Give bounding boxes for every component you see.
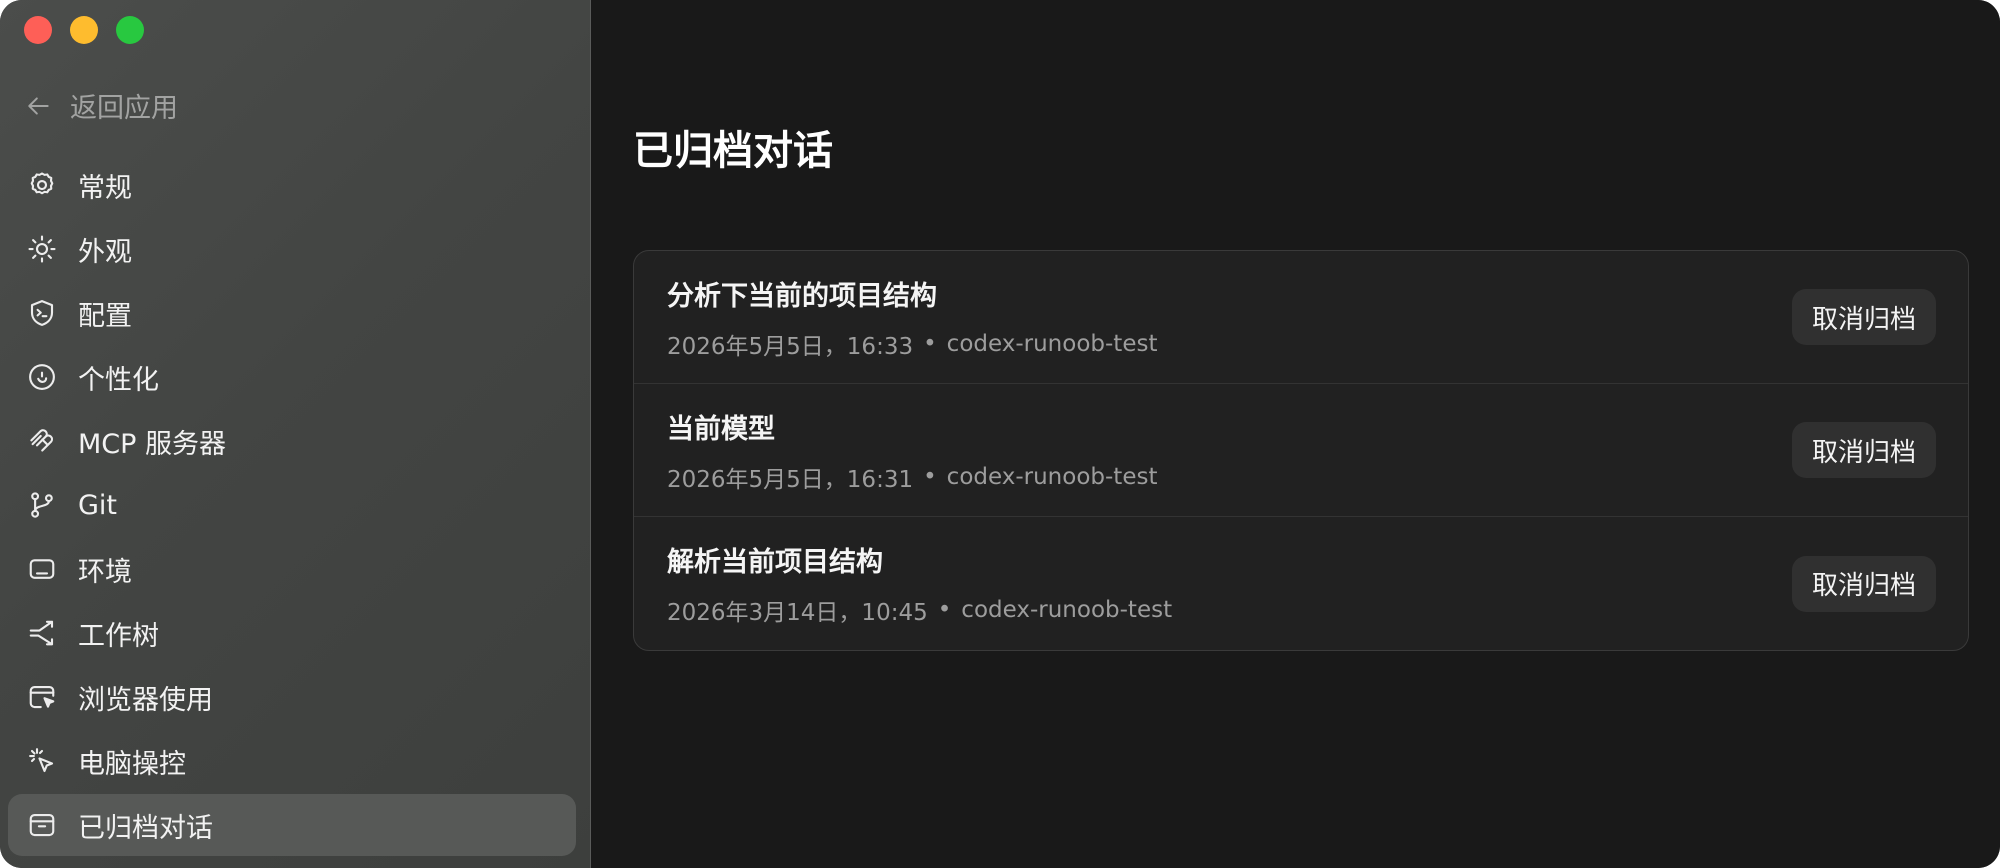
maximize-window-button[interactable] bbox=[116, 16, 144, 44]
unarchive-button[interactable]: 取消归档 bbox=[1791, 555, 1936, 612]
sidebar-item-label: MCP 服务器 bbox=[78, 428, 227, 460]
conversation-project: codex-runoob-test bbox=[946, 463, 1158, 490]
monitor-icon bbox=[26, 553, 58, 585]
worktree-icon bbox=[26, 617, 58, 649]
sidebar-item-git[interactable]: Git bbox=[8, 474, 576, 536]
sidebar-item-label: 浏览器使用 bbox=[78, 684, 213, 716]
browser-cursor-icon bbox=[26, 681, 58, 713]
sidebar-item-worktree[interactable]: 工作树 bbox=[8, 602, 576, 664]
sidebar-item-browser-use[interactable]: 浏览器使用 bbox=[8, 666, 576, 728]
sidebar-item-label: 常规 bbox=[78, 172, 132, 204]
conversation-title: 解析当前项目结构 bbox=[667, 547, 883, 578]
smile-icon bbox=[26, 361, 58, 393]
conversation-meta: 2026年5月5日，16:33 • codex-runoob-test bbox=[667, 327, 1157, 361]
window-controls bbox=[24, 16, 144, 44]
conversation-project: codex-runoob-test bbox=[946, 330, 1158, 357]
archived-conversation-list: 分析下当前的项目结构 2026年5月5日，16:33 • codex-runoo… bbox=[633, 250, 1969, 651]
archive-icon bbox=[26, 809, 58, 841]
list-item: 解析当前项目结构 2026年3月14日，10:45 • codex-runoob… bbox=[634, 517, 1968, 650]
unarchive-button[interactable]: 取消归档 bbox=[1791, 289, 1936, 345]
conversation-date: 2026年5月5日，16:31 bbox=[667, 466, 914, 493]
sidebar-item-configuration[interactable]: 配置 bbox=[8, 282, 576, 344]
app-window: 返回应用 常规 外观 配置 个性化 MCP 服务器 Git 环境 工作树 浏览器… bbox=[0, 0, 2000, 868]
conversation-meta: 2026年3月14日，10:45 • codex-runoob-test bbox=[667, 593, 1172, 627]
conversation-title: 分析下当前的项目结构 bbox=[667, 280, 937, 312]
sidebar-item-appearance[interactable]: 外观 bbox=[8, 218, 576, 280]
sidebar-item-label: 环境 bbox=[78, 556, 132, 588]
back-to-app-button[interactable]: 返回应用 bbox=[26, 86, 178, 125]
settings-sidebar: 返回应用 常规 外观 配置 个性化 MCP 服务器 Git 环境 工作树 浏览器… bbox=[0, 0, 591, 868]
settings-nav: 常规 外观 配置 个性化 MCP 服务器 Git 环境 工作树 浏览器使用 电脑… bbox=[8, 154, 576, 858]
sun-icon bbox=[26, 233, 58, 265]
conversation-info: 解析当前项目结构 2026年3月14日，10:45 • codex-runoob… bbox=[667, 540, 1172, 627]
meta-separator: • bbox=[923, 330, 937, 357]
sidebar-item-label: 已归档对话 bbox=[78, 812, 213, 844]
minimize-window-button[interactable] bbox=[70, 16, 98, 44]
back-to-app-label: 返回应用 bbox=[70, 93, 178, 124]
sidebar-item-label: 电脑操控 bbox=[78, 748, 186, 780]
close-window-button[interactable] bbox=[24, 16, 52, 44]
list-item: 当前模型 2026年5月5日，16:31 • codex-runoob-test… bbox=[634, 384, 1968, 517]
sidebar-item-label: 个性化 bbox=[78, 364, 159, 396]
unarchive-button[interactable]: 取消归档 bbox=[1791, 422, 1936, 478]
list-item: 分析下当前的项目结构 2026年5月5日，16:33 • codex-runoo… bbox=[634, 251, 1968, 384]
sidebar-item-label: 外观 bbox=[78, 236, 132, 268]
meta-separator: • bbox=[937, 597, 952, 623]
arrow-left-icon bbox=[28, 96, 49, 115]
conversation-info: 分析下当前的项目结构 2026年5月5日，16:33 • codex-runoo… bbox=[667, 274, 1157, 361]
sidebar-item-label: 工作树 bbox=[78, 620, 159, 652]
gear-icon bbox=[26, 169, 58, 201]
main-content: 已归档对话 分析下当前的项目结构 2026年5月5日，16:33 • codex… bbox=[591, 0, 2000, 868]
git-branch-icon bbox=[26, 489, 58, 521]
click-cursor-icon bbox=[26, 745, 58, 777]
sidebar-item-general[interactable]: 常规 bbox=[8, 154, 576, 216]
conversation-info: 当前模型 2026年5月5日，16:31 • codex-runoob-test bbox=[667, 407, 1157, 494]
sidebar-item-mcp-servers[interactable]: MCP 服务器 bbox=[8, 410, 576, 472]
conversation-title: 当前模型 bbox=[667, 413, 775, 445]
sidebar-item-personalization[interactable]: 个性化 bbox=[8, 346, 576, 408]
page-title: 已归档对话 bbox=[633, 128, 833, 174]
mcp-icon bbox=[26, 425, 58, 457]
conversation-project: codex-runoob-test bbox=[961, 597, 1173, 623]
conversation-date: 2026年3月14日，10:45 bbox=[667, 600, 928, 626]
sidebar-item-archived-conversations[interactable]: 已归档对话 bbox=[8, 794, 576, 856]
sidebar-item-environment[interactable]: 环境 bbox=[8, 538, 576, 600]
conversation-date: 2026年5月5日，16:33 bbox=[667, 333, 914, 360]
shield-terminal-icon bbox=[26, 297, 58, 329]
sidebar-item-label: Git bbox=[78, 489, 118, 521]
sidebar-item-computer-control[interactable]: 电脑操控 bbox=[8, 730, 576, 792]
meta-separator: • bbox=[923, 463, 937, 490]
conversation-meta: 2026年5月5日，16:31 • codex-runoob-test bbox=[667, 460, 1157, 494]
sidebar-item-label: 配置 bbox=[78, 300, 132, 332]
